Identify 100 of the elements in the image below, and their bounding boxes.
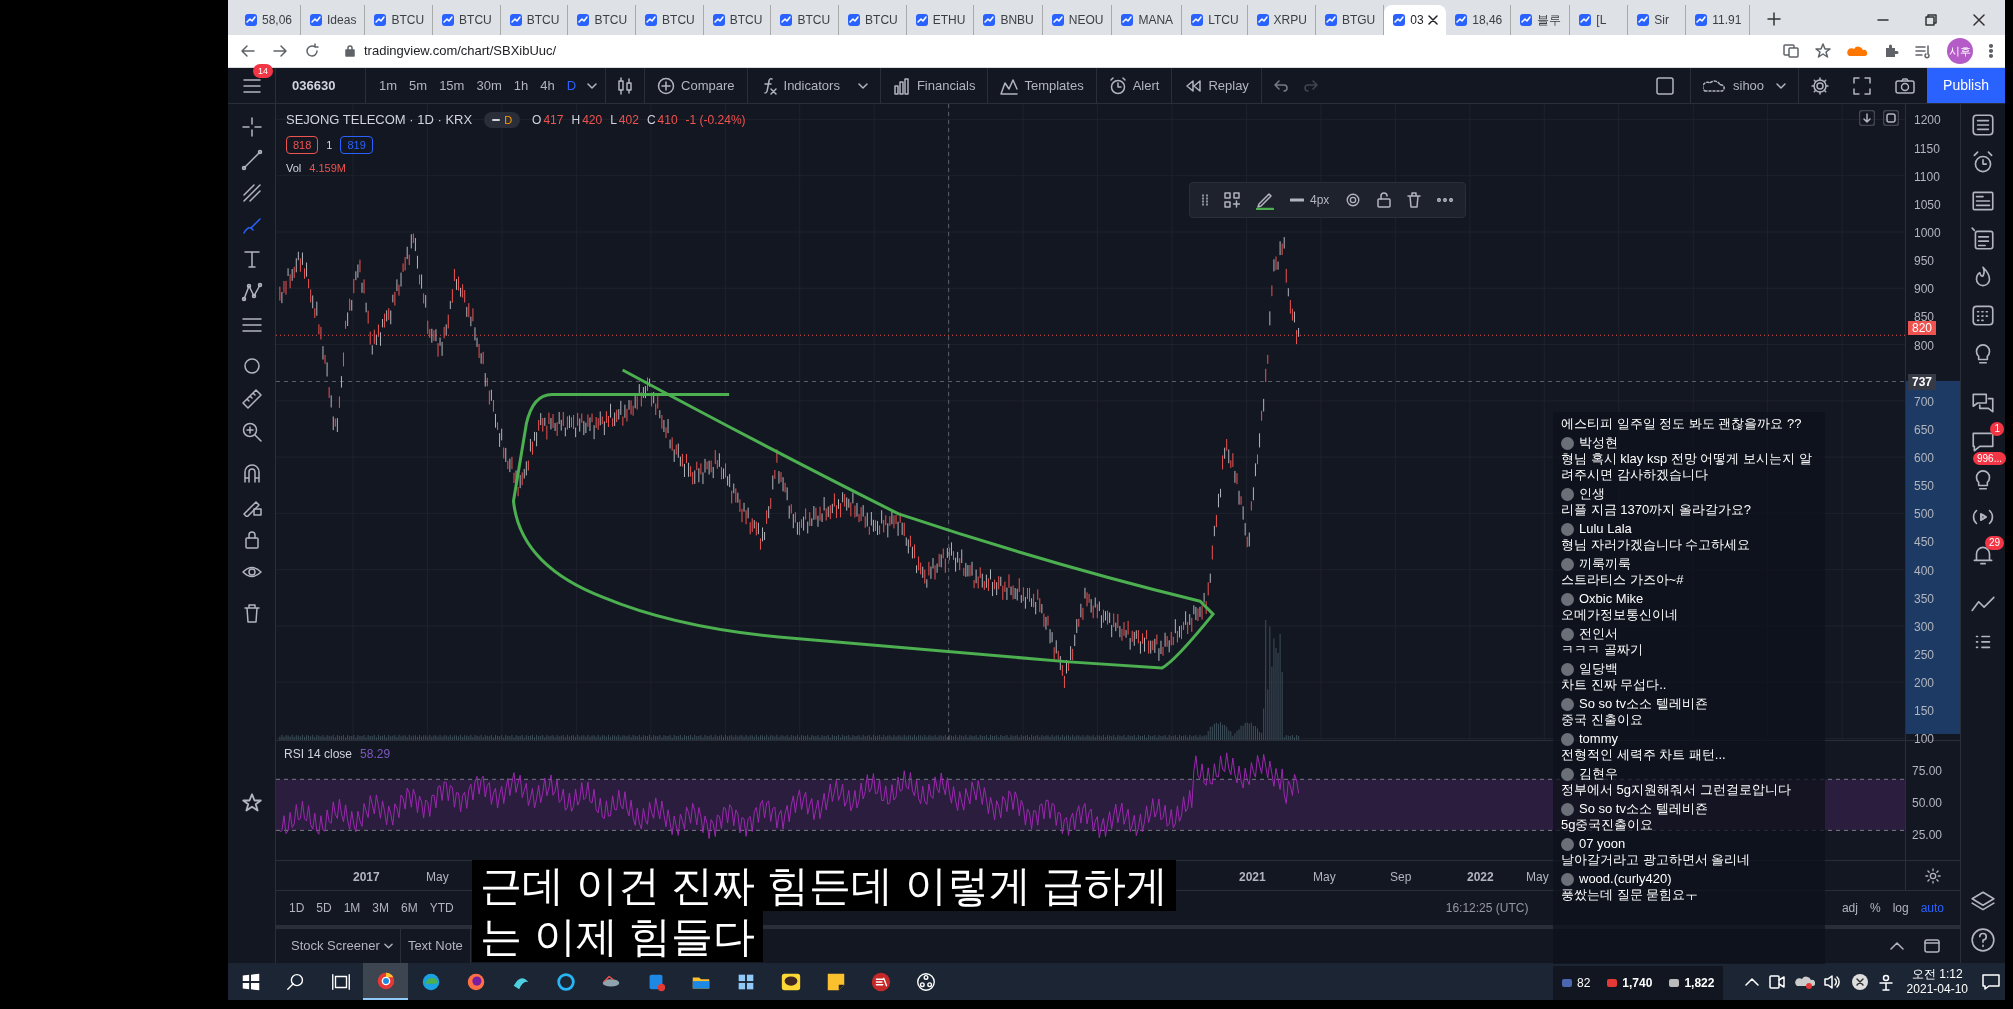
range-button[interactable]: 3M: [367, 899, 395, 917]
record-app-icon[interactable]: [914, 970, 937, 993]
chat-message: ㅋㅋㅋ 골짜기: [1561, 642, 1644, 658]
pencil-icon[interactable]: [1256, 190, 1274, 210]
price-axis-label: 900: [1914, 282, 1935, 296]
templates-icon[interactable]: [1224, 192, 1240, 208]
puzzle-icon[interactable]: [1883, 43, 1899, 59]
caret-icon[interactable]: [587, 82, 598, 89]
price-axis-label: 700: [1914, 395, 1935, 409]
scale-option[interactable]: %: [1869, 899, 1881, 917]
favicon-icon: [914, 13, 929, 27]
trend-line-icon[interactable]: [240, 149, 263, 171]
chat-username: So so tv소소 텔레비죤: [1579, 801, 1708, 817]
close-icon[interactable]: [1973, 14, 1985, 26]
new-tab-icon[interactable]: [1766, 11, 1783, 27]
range-button[interactable]: 1D: [284, 899, 310, 917]
address-field[interactable]: tradingview.com/chart/SBXibUuc/: [336, 38, 1767, 64]
market-status-badge: D: [484, 111, 521, 128]
arrow-down-icon[interactable]: [1859, 110, 1875, 126]
settings-icon[interactable]: [1811, 76, 1830, 95]
menu-icon[interactable]: [242, 78, 261, 93]
toolbar-button[interactable]: Templates: [988, 68, 1097, 103]
list-icon[interactable]: [1970, 226, 1996, 252]
settings-icon[interactable]: [1925, 867, 1941, 884]
browser-app-icon[interactable]: [554, 970, 577, 993]
range-button[interactable]: 1M: [338, 899, 366, 917]
more-icon[interactable]: [1989, 43, 1993, 59]
pattern-icon[interactable]: [240, 281, 263, 303]
chat-username: Lulu Lala: [1579, 521, 1632, 537]
chat-username: wood.(curly420): [1579, 871, 1672, 887]
interval-button[interactable]: 5m: [404, 75, 433, 96]
x-circle-icon[interactable]: [1850, 972, 1869, 991]
autoscale-icon[interactable]: [1883, 110, 1899, 126]
publish-button[interactable]: Publish: [1927, 68, 2005, 103]
scale-option[interactable]: log: [1892, 899, 1909, 917]
candles-icon[interactable]: [618, 76, 633, 95]
browser-tab[interactable]: 03: [1384, 5, 1447, 35]
star-icon[interactable]: [241, 793, 262, 813]
camera-app-icon[interactable]: [1767, 972, 1786, 991]
notification-icon[interactable]: [1981, 972, 2001, 991]
back-icon[interactable]: [240, 43, 256, 59]
translate-icon[interactable]: [1783, 43, 1799, 59]
toolbar-button[interactable]: Compare: [645, 68, 748, 103]
reload-icon[interactable]: [304, 43, 320, 59]
unlock-icon[interactable]: [1377, 192, 1392, 208]
range-button[interactable]: YTD: [424, 899, 459, 917]
range-button[interactable]: 5D: [311, 899, 337, 917]
time-axis-label: May: [1313, 869, 1336, 886]
zoom-in-icon[interactable]: [240, 421, 263, 443]
price-axis-label: 1050: [1914, 198, 1941, 212]
help-icon[interactable]: [1970, 927, 1996, 953]
forward-icon[interactable]: [272, 43, 288, 59]
price-axis-label: 1150: [1914, 142, 1940, 156]
star-icon[interactable]: [1815, 43, 1831, 59]
undo-icon[interactable]: [1273, 79, 1288, 92]
toolbar-button[interactable]: Alert: [1096, 68, 1173, 103]
restore-icon[interactable]: [1925, 14, 1937, 26]
range-button[interactable]: 6M: [396, 899, 423, 917]
interval-button[interactable]: 15m: [434, 75, 470, 96]
brush-icon[interactable]: [240, 215, 263, 237]
toolbar-button[interactable]: Indicators: [747, 68, 881, 103]
window-icon[interactable]: [1924, 939, 1940, 953]
fullscreen-icon[interactable]: [1853, 76, 1872, 95]
input-method-icon[interactable]: [1877, 972, 1894, 991]
line-width-button[interactable]: 4px: [1290, 191, 1330, 209]
avatar: [1561, 837, 1574, 851]
interval-button[interactable]: 1h: [508, 75, 534, 96]
shield-app-icon[interactable]: [869, 970, 892, 993]
interval-button[interactable]: 30m: [471, 75, 507, 96]
favicon-icon: [1636, 13, 1651, 27]
settings-icon[interactable]: [1345, 192, 1362, 208]
layout-button[interactable]: sihoo: [1690, 68, 1800, 103]
more-icon[interactable]: [1437, 198, 1454, 202]
scale-option[interactable]: adj: [1841, 899, 1858, 917]
avatar: [1561, 522, 1574, 536]
playlist-icon[interactable]: [1915, 43, 1931, 59]
ohlc-label: C: [646, 111, 656, 129]
trash-icon[interactable]: [1407, 192, 1422, 208]
camera-icon[interactable]: [1895, 76, 1916, 95]
video-icon: [1606, 978, 1619, 988]
interval-button[interactable]: 1m: [374, 75, 403, 96]
ask-price: 819: [340, 135, 373, 154]
toolbar-button[interactable]: Replay: [1172, 68, 1262, 103]
avatar: [1561, 872, 1574, 886]
caret-up-icon[interactable]: [1890, 942, 1904, 950]
toolbar-button[interactable]: Financials: [880, 68, 989, 103]
price-axis-label: 1100: [1914, 170, 1940, 184]
ruler-icon[interactable]: [240, 388, 263, 410]
watchlist-icon[interactable]: [1970, 112, 1996, 138]
square-icon[interactable]: [1656, 76, 1674, 95]
symbol-search[interactable]: 036630: [276, 68, 366, 103]
profile-avatar[interactable]: 시후: [1947, 38, 1973, 64]
indicator-value: 58.29: [360, 746, 391, 763]
interval-button[interactable]: 4h: [535, 75, 560, 96]
interval-button[interactable]: D: [561, 75, 582, 96]
time-axis-label: 2022: [1467, 869, 1494, 886]
crosshair-icon[interactable]: [240, 116, 263, 138]
volume-icon[interactable]: [1823, 973, 1842, 990]
close-icon[interactable]: [1427, 15, 1438, 25]
scale-option[interactable]: auto: [1920, 899, 1944, 917]
